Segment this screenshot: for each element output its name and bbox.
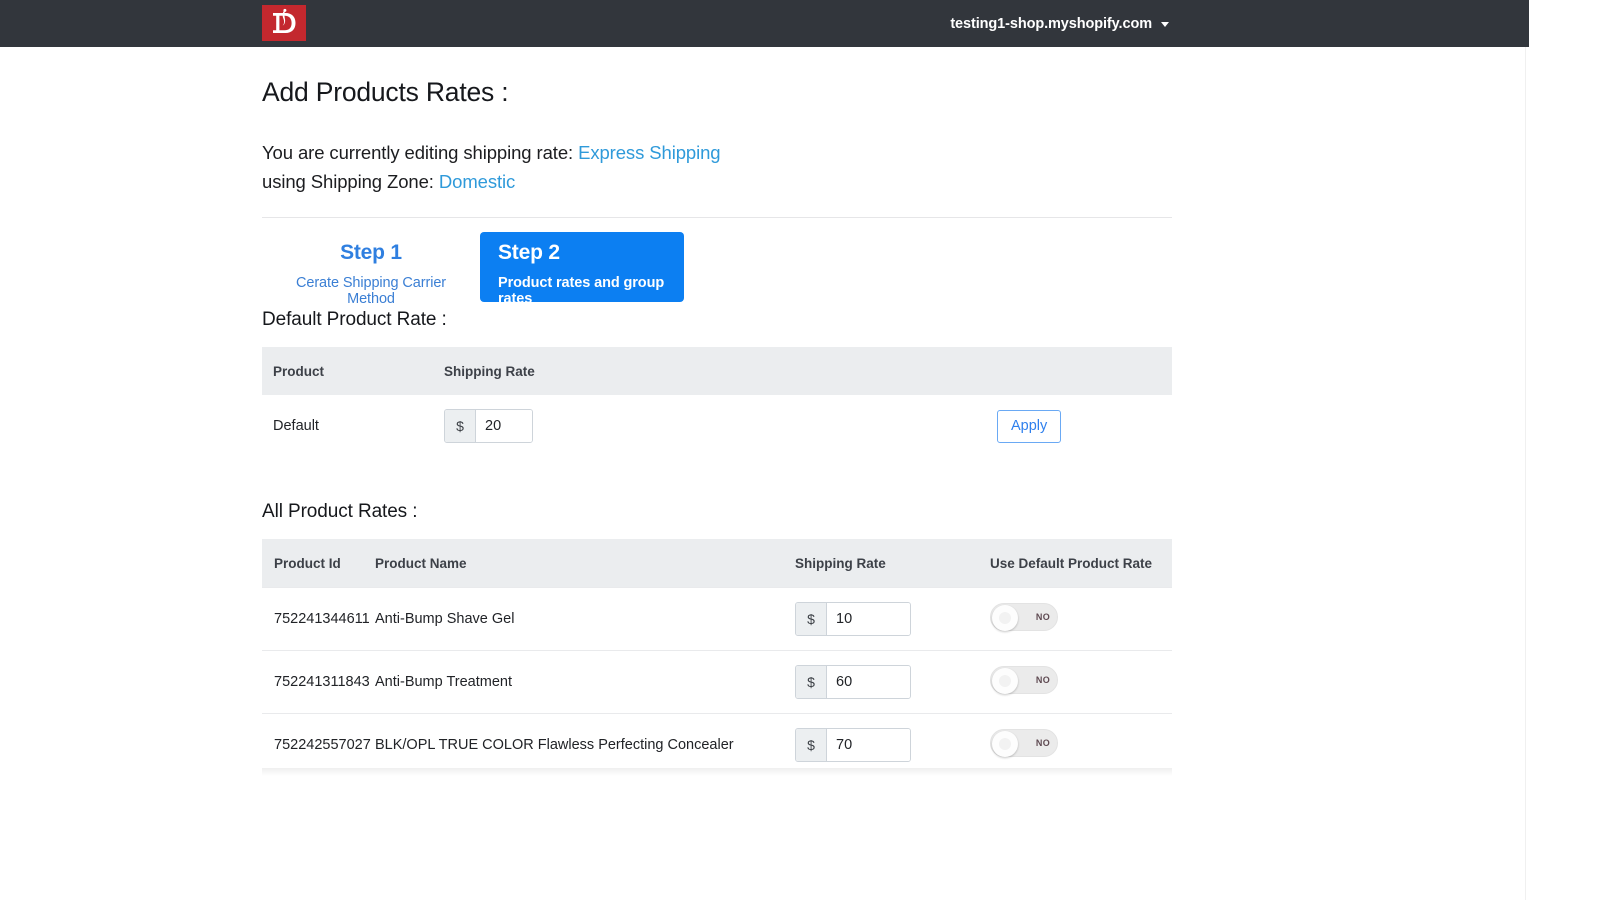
- editing-rate-prefix: You are currently editing shipping rate:: [262, 142, 574, 163]
- default-rate-input[interactable]: [476, 410, 532, 442]
- product-rate-input[interactable]: [827, 603, 910, 635]
- tab-step-2[interactable]: Step 2 Product rates and group rates: [480, 232, 684, 307]
- chevron-down-icon: [1161, 22, 1169, 27]
- header-product: Product: [262, 347, 444, 395]
- currency-symbol-icon: $: [796, 666, 827, 698]
- editing-zone-prefix: using Shipping Zone:: [262, 171, 434, 192]
- shipping-rate-link[interactable]: Express Shipping: [578, 142, 720, 163]
- table-row: 752242557027 BLK/OPL TRUE COLOR Flawless …: [262, 713, 1172, 776]
- toggle-knob: [992, 605, 1018, 631]
- step-tabs: Step 1 Cerate Shipping Carrier Method St…: [262, 232, 1172, 307]
- table-row: 752241344611Anti-Bump Shave Gel$ NO: [262, 587, 1172, 651]
- shop-domain-menu[interactable]: testing1-shop.myshopify.com: [950, 0, 1169, 47]
- default-product-rate-heading: Default Product Rate :: [262, 309, 447, 330]
- letter-d-logo[interactable]: [262, 5, 306, 41]
- product-rate-input-group[interactable]: $: [795, 665, 911, 699]
- section-divider: [262, 217, 1172, 218]
- header-product-name: Product Name: [375, 539, 795, 588]
- default-table-header-row: Product Shipping Rate: [262, 347, 1172, 395]
- product-id-cell: 752241344611: [262, 587, 375, 651]
- all-table-head: Product Id Product Name Shipping Rate Us…: [262, 539, 1172, 588]
- header-actions: [997, 347, 1172, 395]
- product-rate-input[interactable]: [827, 729, 910, 761]
- main-content: Add Products Rates : You are currently e…: [262, 63, 1172, 776]
- header-shipping-rate: Shipping Rate: [795, 539, 990, 588]
- product-id-cell: 752242557027: [262, 713, 375, 776]
- product-rate-cell: $: [795, 713, 990, 776]
- product-name-cell: Anti-Bump Treatment: [375, 650, 795, 714]
- table-row: 752241311843Anti-Bump Treatment$ NO: [262, 650, 1172, 714]
- editing-context-text: You are currently editing shipping rate:…: [262, 138, 1172, 196]
- toggle-state-label: NO: [1035, 675, 1050, 685]
- default-apply-cell: Apply: [997, 395, 1172, 457]
- currency-symbol-icon: $: [796, 729, 827, 761]
- editing-rate-line: You are currently editing shipping rate:…: [262, 138, 1172, 167]
- default-rate-input-group[interactable]: $: [444, 409, 533, 443]
- shop-domain-label: testing1-shop.myshopify.com: [950, 15, 1152, 32]
- use-default-rate-cell: NO: [990, 587, 1172, 651]
- product-rate-cell: $: [795, 587, 990, 651]
- toggle-state-label: NO: [1035, 612, 1050, 622]
- use-default-rate-cell: NO: [990, 650, 1172, 714]
- use-default-rate-cell: NO: [990, 713, 1172, 776]
- step-2-subtitle: Product rates and group rates: [498, 275, 665, 307]
- default-table-head: Product Shipping Rate: [262, 347, 1172, 395]
- all-table-body: 752241344611Anti-Bump Shave Gel$NO752241…: [262, 587, 1172, 776]
- step-2-title: Step 2: [498, 241, 560, 264]
- all-product-rates-table: Product Id Product Name Shipping Rate Us…: [262, 539, 1172, 776]
- toggle-state-label: NO: [1035, 738, 1050, 748]
- top-navigation-bar: testing1-shop.myshopify.com: [0, 0, 1529, 47]
- currency-symbol-icon: $: [445, 410, 476, 442]
- header-shipping-rate: Shipping Rate: [444, 347, 997, 395]
- default-rate-cell: $: [444, 395, 997, 457]
- header-product-id: Product Id: [262, 539, 375, 588]
- product-name-cell: BLK/OPL TRUE COLOR Flawless Perfecting C…: [375, 713, 795, 776]
- shipping-zone-link[interactable]: Domestic: [439, 171, 515, 192]
- default-product-rate-table: Product Shipping Rate Default $ Apply: [262, 347, 1172, 457]
- product-rate-cell: $: [795, 650, 990, 714]
- toggle-knob: [992, 731, 1018, 757]
- product-rate-input-group[interactable]: $: [795, 602, 911, 636]
- step-1-title: Step 1: [340, 241, 402, 264]
- all-product-rates-heading: All Product Rates :: [262, 501, 418, 522]
- toggle-knob: [992, 668, 1018, 694]
- default-table-body: Default $ Apply: [262, 395, 1172, 457]
- tab-step-1[interactable]: Step 1 Cerate Shipping Carrier Method: [262, 232, 480, 307]
- header-use-default-rate: Use Default Product Rate: [990, 539, 1172, 588]
- page-title: Add Products Rates :: [262, 77, 509, 107]
- editing-zone-line: using Shipping Zone: Domestic: [262, 167, 1172, 196]
- table-row: Default $ Apply: [262, 395, 1172, 457]
- currency-symbol-icon: $: [796, 603, 827, 635]
- product-rate-input-group[interactable]: $: [795, 728, 911, 762]
- apply-button[interactable]: Apply: [997, 409, 1062, 443]
- use-default-rate-toggle[interactable]: NO: [990, 666, 1058, 694]
- default-product-label: Default: [273, 418, 319, 434]
- product-name-cell: Anti-Bump Shave Gel: [375, 587, 795, 651]
- scroll-region-bottom-edge: [262, 768, 1172, 776]
- all-table-header-row: Product Id Product Name Shipping Rate Us…: [262, 539, 1172, 588]
- use-default-rate-toggle[interactable]: NO: [990, 729, 1058, 757]
- product-id-cell: 752241311843: [262, 650, 375, 714]
- use-default-rate-toggle[interactable]: NO: [990, 603, 1058, 631]
- step-1-subtitle: Cerate Shipping Carrier Method: [295, 275, 447, 307]
- product-rate-input[interactable]: [827, 666, 910, 698]
